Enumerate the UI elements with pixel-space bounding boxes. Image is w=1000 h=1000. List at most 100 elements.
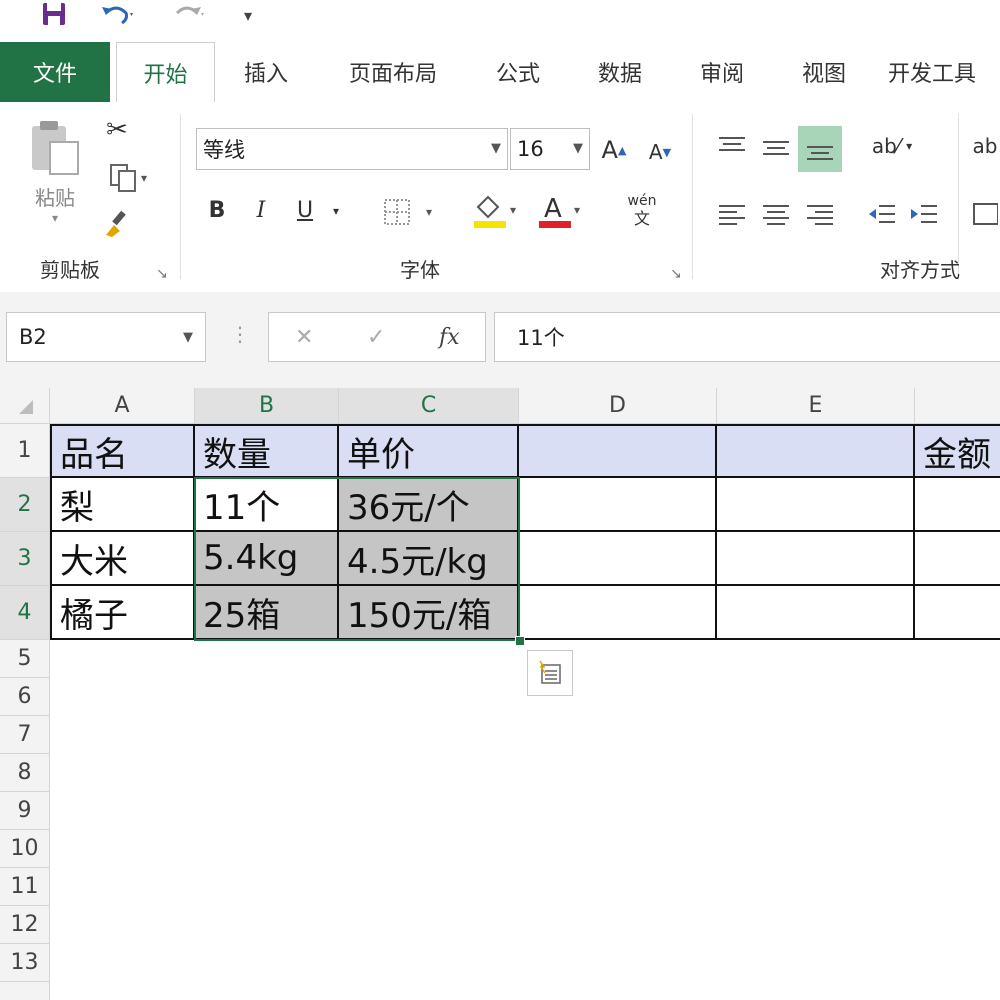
- align-bottom-icon[interactable]: [798, 126, 842, 172]
- quick-analysis-button[interactable]: [527, 650, 573, 696]
- undo-icon[interactable]: [92, 0, 142, 30]
- tab-page-layout[interactable]: 页面布局: [330, 42, 456, 102]
- column-header-f[interactable]: [915, 388, 1000, 424]
- underline-button[interactable]: U: [290, 190, 320, 230]
- cell-a3[interactable]: 大米: [50, 532, 195, 586]
- clipboard-launcher-icon[interactable]: ↘: [156, 266, 168, 282]
- row-header-4[interactable]: 4: [0, 586, 50, 640]
- merge-center-icon[interactable]: [970, 194, 1000, 234]
- row-header-9[interactable]: 9: [0, 792, 50, 830]
- align-middle-icon[interactable]: [756, 126, 796, 166]
- increase-indent-icon[interactable]: [904, 194, 944, 234]
- quick-analysis-icon: [539, 660, 561, 684]
- cell-c1[interactable]: 单价: [339, 424, 519, 478]
- select-all-corner[interactable]: [0, 388, 50, 424]
- name-box-value: B2: [19, 325, 47, 349]
- paste-icon: [32, 120, 79, 175]
- column-header-a[interactable]: A: [50, 388, 195, 424]
- cell-d2[interactable]: [519, 478, 717, 532]
- cell-a2[interactable]: 梨: [50, 478, 195, 532]
- spreadsheet-grid: A B C D E 1 2 3 4 5 6 7 8 9 10 11 12 13 …: [0, 388, 1000, 1000]
- cell-d1[interactable]: [519, 424, 717, 478]
- row-header-2[interactable]: 2: [0, 478, 50, 532]
- orientation-icon[interactable]: ab⁄ ▾: [862, 126, 922, 166]
- cell-b2[interactable]: 11个: [195, 478, 339, 532]
- cell-e2[interactable]: [717, 478, 915, 532]
- align-center-icon[interactable]: [756, 194, 796, 234]
- format-painter-icon[interactable]: [100, 206, 134, 242]
- cell-d3[interactable]: [519, 532, 717, 586]
- cell-b3[interactable]: 5.4kg: [195, 532, 339, 586]
- chevron-down-icon[interactable]: ▾: [326, 196, 346, 226]
- cell-f2[interactable]: [915, 478, 1000, 532]
- cell-c4[interactable]: 150元/箱: [339, 586, 519, 640]
- align-left-icon[interactable]: [712, 194, 752, 234]
- fill-color-button[interactable]: ▾: [458, 188, 528, 232]
- font-name-select[interactable]: 等线 ▼: [196, 128, 508, 170]
- cell-e4[interactable]: [717, 586, 915, 640]
- row-header-8[interactable]: 8: [0, 754, 50, 792]
- enter-icon[interactable]: ✓: [367, 325, 385, 350]
- tab-formulas[interactable]: 公式: [478, 42, 558, 102]
- customize-icon[interactable]: ▾: [236, 0, 260, 30]
- row-header-14[interactable]: [0, 982, 50, 1000]
- row-header-6[interactable]: 6: [0, 678, 50, 716]
- paste-button[interactable]: 粘贴 ▾: [20, 116, 90, 226]
- copy-button[interactable]: ▾: [98, 160, 158, 196]
- row-header-13[interactable]: 13: [0, 944, 50, 982]
- paste-label: 粘贴: [35, 185, 75, 210]
- cell-f1[interactable]: 金额: [915, 424, 1000, 478]
- column-header-c[interactable]: C: [339, 388, 519, 424]
- redo-icon[interactable]: [162, 0, 214, 30]
- align-right-icon[interactable]: [800, 194, 840, 234]
- tab-home[interactable]: 开始: [116, 42, 215, 103]
- cut-icon[interactable]: ✂: [100, 112, 134, 148]
- tab-view[interactable]: 视图: [784, 42, 864, 102]
- cell-f4[interactable]: [915, 586, 1000, 640]
- cancel-icon[interactable]: ✕: [295, 325, 313, 350]
- italic-button[interactable]: I: [246, 190, 276, 230]
- column-header-d[interactable]: D: [519, 388, 717, 424]
- cell-a4[interactable]: 橘子: [50, 586, 195, 640]
- decrease-indent-icon[interactable]: [862, 194, 902, 234]
- name-box[interactable]: B2 ▼: [6, 312, 206, 362]
- phonetic-guide-button[interactable]: wén 文: [610, 188, 674, 232]
- column-header-e[interactable]: E: [717, 388, 915, 424]
- tab-file[interactable]: 文件: [0, 42, 110, 102]
- cell-a1[interactable]: 品名: [50, 424, 195, 478]
- cell-c3[interactable]: 4.5元/kg: [339, 532, 519, 586]
- row-header-10[interactable]: 10: [0, 830, 50, 868]
- decrease-font-size-icon[interactable]: A ▼: [644, 132, 676, 172]
- save-icon[interactable]: [36, 0, 72, 30]
- row-header-5[interactable]: 5: [0, 640, 50, 678]
- font-color-button[interactable]: A ▾: [528, 188, 588, 232]
- align-top-icon[interactable]: [712, 126, 752, 166]
- tab-review[interactable]: 审阅: [682, 42, 762, 102]
- font-launcher-icon[interactable]: ↘: [670, 266, 682, 282]
- tab-insert[interactable]: 插入: [222, 42, 310, 102]
- cell-b1[interactable]: 数量: [195, 424, 339, 478]
- cell-b4[interactable]: 25箱: [195, 586, 339, 640]
- row-header-12[interactable]: 12: [0, 906, 50, 944]
- bold-button[interactable]: B: [202, 190, 232, 230]
- fill-handle[interactable]: [515, 636, 525, 646]
- cell-e3[interactable]: [717, 532, 915, 586]
- row-header-7[interactable]: 7: [0, 716, 50, 754]
- tab-data[interactable]: 数据: [580, 42, 660, 102]
- cell-c2[interactable]: 36元/个: [339, 478, 519, 532]
- cell-f3[interactable]: [915, 532, 1000, 586]
- increase-font-size-icon[interactable]: A ▲: [598, 130, 630, 170]
- font-size-select[interactable]: 16 ▼: [510, 128, 590, 170]
- clipboard-group-label: 剪贴板: [40, 258, 100, 282]
- row-header-11[interactable]: 11: [0, 868, 50, 906]
- borders-button[interactable]: ▾: [372, 192, 442, 232]
- row-header-1[interactable]: 1: [0, 424, 50, 478]
- cell-d4[interactable]: [519, 586, 717, 640]
- column-header-b[interactable]: B: [195, 388, 339, 424]
- row-header-3[interactable]: 3: [0, 532, 50, 586]
- tab-developer[interactable]: 开发工具: [888, 42, 1000, 102]
- cell-e1[interactable]: [717, 424, 915, 478]
- insert-function-icon[interactable]: fx: [439, 325, 460, 350]
- formula-input[interactable]: 11个: [494, 312, 1000, 362]
- wrap-text-icon[interactable]: ab: [970, 126, 1000, 166]
